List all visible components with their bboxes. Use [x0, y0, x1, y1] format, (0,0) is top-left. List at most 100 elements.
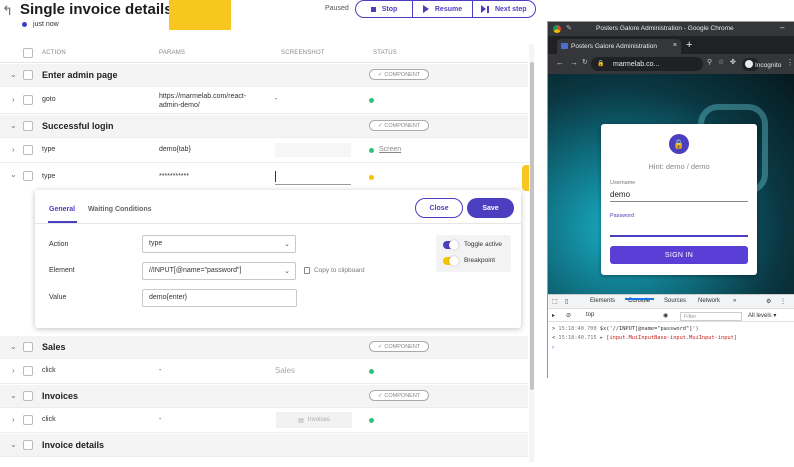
- clear-console-icon[interactable]: ⊘: [566, 312, 571, 319]
- save-button[interactable]: Save: [467, 198, 514, 218]
- copy-to-clipboard-button[interactable]: Copy to clipboard: [304, 267, 365, 274]
- more-tabs-icon[interactable]: »: [733, 298, 736, 304]
- status-pending-dot: [369, 175, 374, 180]
- sign-in-button[interactable]: SIGN IN: [610, 246, 748, 264]
- close-button[interactable]: Close: [415, 198, 463, 218]
- column-params: PARAMS: [159, 50, 186, 56]
- select-all-checkbox[interactable]: [23, 48, 33, 58]
- screen-link[interactable]: Screen: [379, 146, 401, 153]
- log-levels-select[interactable]: All levels ▾: [748, 312, 776, 319]
- tab-waiting-conditions[interactable]: Waiting Conditions: [88, 206, 152, 213]
- active-tab-indicator: [625, 298, 654, 300]
- group-row-invoices[interactable]: ⌄ Invoices ✓ COMPONENT: [0, 385, 528, 408]
- minimize-icon[interactable]: –: [780, 23, 784, 32]
- screenshot-thumbnail[interactable]: ▤ Invoices: [276, 412, 352, 428]
- reload-icon[interactable]: ↻: [582, 58, 588, 66]
- value-input[interactable]: demo{enter}: [142, 289, 297, 307]
- tab-sources[interactable]: Sources: [664, 298, 686, 304]
- row-checkbox[interactable]: [23, 70, 33, 80]
- next-step-button[interactable]: Next step: [472, 0, 536, 18]
- context-select[interactable]: top: [586, 312, 594, 318]
- console-toolbar: ▸ ⊘ top ◉ Filter All levels ▾: [548, 309, 794, 322]
- incognito-icon: [745, 60, 753, 68]
- row-checkbox[interactable]: [23, 145, 33, 155]
- stop-button[interactable]: Stop: [355, 0, 413, 18]
- devtools-tabs: ⬚ ▯ Elements Console Sources Network » ⚙…: [548, 295, 794, 309]
- chevron-down-icon[interactable]: ⌄: [10, 440, 17, 449]
- inspect-icon[interactable]: ⬚: [552, 298, 558, 305]
- group-row-successful-login[interactable]: ⌄ Successful login ✓ COMPONENT: [0, 115, 528, 138]
- row-checkbox[interactable]: [23, 391, 33, 401]
- action-select[interactable]: type ⌄: [142, 235, 296, 253]
- table-row-type-password[interactable]: ⌄ type ***********: [0, 164, 528, 189]
- chevron-down-icon[interactable]: ⌄: [10, 342, 17, 351]
- console-input-line: > 15:18:40.700 $x('//INPUT[@name="passwo…: [552, 326, 699, 332]
- scrollbar-thumb[interactable]: [530, 62, 534, 390]
- screenshot-thumbnail[interactable]: Sales: [275, 366, 295, 375]
- sidebar-toggle-icon[interactable]: ▸: [552, 312, 555, 319]
- chevron-right-icon[interactable]: ›: [12, 366, 15, 375]
- group-row-sales[interactable]: ⌄ Sales ✓ COMPONENT: [0, 336, 528, 359]
- chevron-down-icon[interactable]: ⌄: [10, 70, 17, 79]
- forward-icon[interactable]: →: [570, 58, 578, 67]
- resume-button[interactable]: Resume: [412, 0, 473, 18]
- row-checkbox[interactable]: [23, 440, 33, 450]
- extension-icon[interactable]: ✤: [730, 58, 736, 66]
- live-expression-eye-icon[interactable]: ◉: [663, 312, 668, 319]
- action-cell: click: [42, 367, 56, 374]
- close-tab-icon[interactable]: ×: [673, 42, 677, 49]
- address-bar[interactable]: 🔒 marmelab.co...: [591, 57, 703, 71]
- star-icon[interactable]: ☆: [718, 58, 724, 66]
- screenshot-thumbnail[interactable]: [275, 143, 351, 157]
- device-toggle-icon[interactable]: ▯: [565, 298, 568, 305]
- component-badge: ✓ COMPONENT: [369, 341, 429, 352]
- panel-resize-handle[interactable]: [522, 165, 529, 191]
- back-icon[interactable]: ←: [556, 58, 564, 67]
- row-checkbox[interactable]: [23, 366, 33, 376]
- settings-gear-icon[interactable]: ⚙: [766, 298, 771, 305]
- table-row-goto[interactable]: › goto https://marmelab.com/react- admin…: [0, 87, 528, 114]
- tab-network[interactable]: Network: [698, 298, 720, 304]
- table-row-click-sales[interactable]: › click - Sales: [0, 359, 528, 384]
- row-checkbox[interactable]: [23, 95, 33, 105]
- password-input[interactable]: [610, 223, 748, 237]
- group-row-enter-admin[interactable]: ⌄ Enter admin page ✓ COMPONENT: [0, 64, 528, 87]
- toggle-active-switch[interactable]: [443, 240, 459, 250]
- action-label: Action: [49, 241, 69, 248]
- browser-tabstrip: Posters Galore Administration × +: [548, 36, 794, 54]
- row-checkbox[interactable]: [23, 171, 33, 181]
- chevron-right-icon[interactable]: ›: [12, 95, 15, 104]
- chevron-down-icon[interactable]: ⌄: [10, 170, 17, 179]
- element-select[interactable]: //INPUT[@name="password"] ⌄: [142, 262, 296, 280]
- pin-icon[interactable]: ✎: [566, 24, 572, 32]
- table-row-type-username[interactable]: › type demo{tab} Screen: [0, 138, 528, 163]
- console-prompt[interactable]: ›: [552, 345, 554, 351]
- tab-elements[interactable]: Elements: [590, 298, 615, 304]
- row-checkbox[interactable]: [23, 121, 33, 131]
- chevron-right-icon[interactable]: ›: [12, 415, 15, 424]
- favicon-icon: [561, 43, 568, 49]
- tab-title: Posters Galore Administration: [571, 43, 657, 50]
- devtools-menu-icon[interactable]: ⋮: [780, 298, 786, 305]
- url-text: marmelab.co...: [613, 61, 660, 68]
- play-icon: [422, 5, 429, 13]
- browser-tab[interactable]: Posters Galore Administration ×: [557, 39, 681, 54]
- console-filter-input[interactable]: Filter: [680, 312, 742, 321]
- check-icon: ✓: [377, 392, 383, 399]
- chevron-down-icon[interactable]: ⌄: [10, 391, 17, 400]
- menu-kebab-icon[interactable]: ⋮: [786, 58, 794, 67]
- back-arrow-icon[interactable]: ↰: [2, 3, 13, 19]
- breakpoint-switch[interactable]: [443, 256, 459, 266]
- chevron-down-icon[interactable]: ⌄: [10, 121, 17, 130]
- tab-general[interactable]: General: [49, 206, 75, 213]
- row-checkbox[interactable]: [23, 342, 33, 352]
- new-tab-icon[interactable]: +: [686, 39, 692, 51]
- incognito-indicator[interactable]: Incognito: [742, 58, 781, 71]
- action-cell: type: [42, 146, 56, 153]
- group-row-invoice-details[interactable]: ⌄ Invoice details: [0, 434, 528, 457]
- row-checkbox[interactable]: [23, 415, 33, 425]
- search-icon[interactable]: ⚲: [707, 58, 712, 66]
- username-input[interactable]: demo: [610, 190, 748, 202]
- table-row-click-invoices[interactable]: › click - ▤ Invoices: [0, 408, 528, 433]
- chevron-right-icon[interactable]: ›: [12, 145, 15, 154]
